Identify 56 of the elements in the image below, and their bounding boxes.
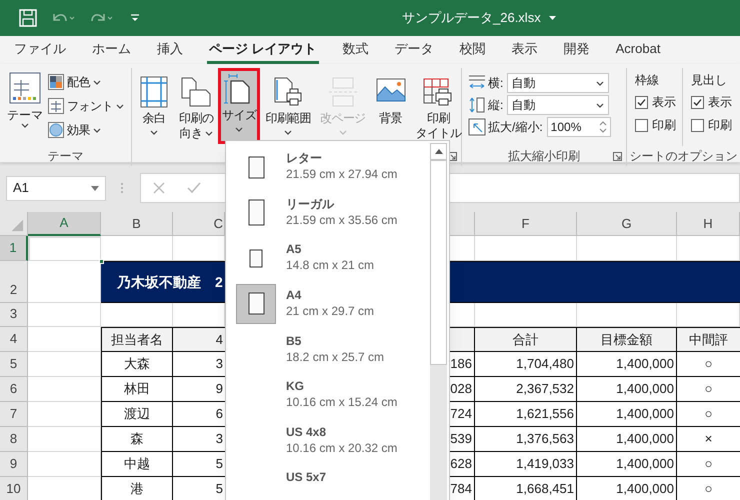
paper-dimensions: 10.16 cm x 20.32 cm xyxy=(286,440,398,456)
field-label: 拡大/縮小: xyxy=(488,119,543,136)
table-header-cell: 合計 xyxy=(475,327,577,352)
table-cell: 1,704,480 xyxy=(475,352,577,377)
field-label: 縦: xyxy=(488,97,504,114)
table-cell: 1,400,000 xyxy=(577,477,677,500)
table-cell: 大森 xyxy=(101,352,173,377)
paper-dimensions: 21 cm x 29.7 cm xyxy=(286,302,374,319)
table-cell: 1,400,000 xyxy=(577,377,677,402)
paper-name: A5 xyxy=(286,241,302,258)
option-heading: 見出し xyxy=(691,72,728,89)
table-cell: 1,668,451 xyxy=(475,477,577,500)
paper-dimensions: 21.59 cm x 35.56 cm xyxy=(286,212,398,228)
paper-name: US 5x7 xyxy=(286,469,326,486)
table-cell: 渡辺 xyxy=(101,402,173,427)
table-header-cell: 目標金額 xyxy=(577,327,677,352)
table-cell: 1,400,000 xyxy=(577,452,677,477)
table-cell: 1,419,033 xyxy=(475,452,577,477)
table-cell: 森 xyxy=(101,427,173,452)
table-cell: ○ xyxy=(677,452,740,477)
paper-name: US 4x8 xyxy=(286,424,328,440)
table-cell: 林田 xyxy=(101,377,173,402)
checkbox-label: 表示 xyxy=(652,94,676,111)
table-cell: ○ xyxy=(677,377,740,402)
table-cell: ○ xyxy=(677,352,740,377)
paper-name: B5 xyxy=(286,332,302,348)
table-cell: 港 xyxy=(101,477,173,500)
group-label: 拡大縮小印刷 xyxy=(508,148,580,165)
paper-dimensions: 18.2 cm x 25.7 cm xyxy=(286,348,384,364)
table-cell: 1,376,563 xyxy=(475,427,577,452)
group-label: シートのオプション xyxy=(630,148,738,165)
paper-dimensions: 10.16 cm x 15.24 cm xyxy=(286,394,398,410)
table-cell: × xyxy=(677,427,740,452)
paper-name: リーガル xyxy=(286,196,336,212)
table-cell: 2,367,532 xyxy=(475,377,577,402)
checkbox-label: 印刷 xyxy=(652,117,676,134)
group-label: テーマ xyxy=(48,148,84,165)
field-label: 横: xyxy=(488,75,504,92)
paper-name: KG xyxy=(286,378,305,394)
table-cell: 1,400,000 xyxy=(577,402,677,427)
table-cell: ○ xyxy=(677,402,740,427)
paper-dimensions: 21.59 cm x 27.94 cm xyxy=(286,166,398,182)
checkbox-label: 印刷 xyxy=(708,117,732,134)
table-cell: 1,400,000 xyxy=(577,352,677,377)
table-cell: 1,400,000 xyxy=(577,427,677,452)
checkbox-label: 表示 xyxy=(708,94,732,111)
table-header-cell: 4 xyxy=(173,327,225,352)
window-title: サンプルデータ_26.xlsx xyxy=(402,9,541,28)
paper-name: A4 xyxy=(286,286,302,303)
paper-name: レター xyxy=(286,150,323,166)
table-cell: 1,621,556 xyxy=(475,402,577,427)
table-cell: ○ xyxy=(677,477,740,500)
table-header-cell: 中間評 xyxy=(677,327,740,352)
table-cell: 中越 xyxy=(101,452,173,477)
table-header-cell: 担当者名 xyxy=(101,327,173,352)
option-heading: 枠線 xyxy=(635,72,660,89)
